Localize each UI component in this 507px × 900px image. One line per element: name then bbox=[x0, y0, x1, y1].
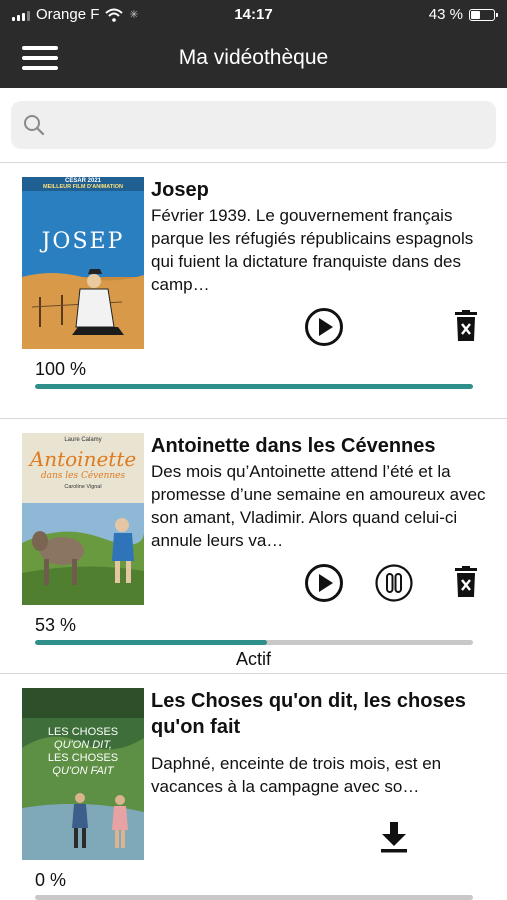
pause-icon[interactable] bbox=[374, 563, 414, 603]
video-item[interactable]: Laure Calamy Antoinette dans les Cévenne… bbox=[0, 419, 507, 672]
play-icon[interactable] bbox=[304, 307, 344, 347]
page-title: Ma vidéothèque bbox=[178, 46, 329, 69]
video-description: Des mois qu’Antoinette attend l’été et l… bbox=[151, 462, 486, 550]
trash-icon[interactable] bbox=[454, 310, 478, 342]
video-title[interactable]: Josep bbox=[151, 177, 496, 203]
progress-bar bbox=[35, 640, 473, 645]
download-status: Actif bbox=[235, 649, 271, 669]
navigation-bar: Ma vidéothèque bbox=[0, 30, 507, 88]
poster-award-detail: MEILLEUR FILM D'ANIMATION bbox=[42, 184, 124, 190]
battery-info: 43 % bbox=[428, 6, 498, 23]
poster-title: Antoinette bbox=[29, 447, 137, 471]
poster-title-line-3: LES CHOSES bbox=[47, 752, 119, 764]
battery-icon bbox=[469, 8, 498, 21]
progress-percent: 53 % bbox=[35, 615, 77, 635]
battery-percent: 43 % bbox=[428, 6, 463, 23]
poster-title-line-1: LES CHOSES bbox=[47, 726, 119, 738]
video-item[interactable]: LES CHOSES QU'ON DIT, LES CHOSES QU'ON F… bbox=[0, 674, 507, 900]
progress-bar bbox=[35, 895, 473, 900]
poster-actor: Laure Calamy bbox=[64, 437, 102, 443]
search-input[interactable] bbox=[59, 109, 479, 141]
poster-image[interactable]: LES CHOSES QU'ON DIT, LES CHOSES QU'ON F… bbox=[22, 688, 144, 860]
progress-percent: 0 % bbox=[35, 870, 67, 890]
download-icon[interactable] bbox=[380, 822, 408, 854]
progress-percent: 100 % bbox=[35, 359, 87, 379]
video-item[interactable]: CÉSAR 2021 MEILLEUR FILM D'ANIMATION JOS… bbox=[0, 163, 507, 418]
video-description: Février 1939. Le gouvernement français p… bbox=[151, 206, 474, 294]
poster-title-line-4: QU'ON FAIT bbox=[52, 765, 114, 777]
poster-director: Caroline Vignal bbox=[64, 484, 102, 490]
poster-image[interactable]: CÉSAR 2021 MEILLEUR FILM D'ANIMATION JOS… bbox=[22, 177, 144, 349]
trash-icon[interactable] bbox=[454, 566, 478, 598]
progress-bar bbox=[35, 384, 473, 389]
play-icon[interactable] bbox=[304, 563, 344, 603]
poster-title: JOSEP bbox=[41, 229, 125, 254]
poster-subtitle: dans les Cévennes bbox=[40, 471, 126, 481]
poster-image[interactable]: Laure Calamy Antoinette dans les Cévenne… bbox=[22, 433, 144, 605]
video-title[interactable]: Les Choses qu'on dit, les choses qu'on f… bbox=[151, 688, 496, 740]
search-bar[interactable] bbox=[11, 101, 496, 149]
poster-title-line-2: QU'ON DIT, bbox=[54, 739, 112, 751]
video-description: Daphné, enceinte de trois mois, est en v… bbox=[151, 754, 442, 796]
status-bar: Orange F ✳ 14:17 43 % bbox=[0, 0, 507, 30]
search-icon bbox=[24, 115, 45, 136]
video-title[interactable]: Antoinette dans les Cévennes bbox=[151, 433, 496, 459]
